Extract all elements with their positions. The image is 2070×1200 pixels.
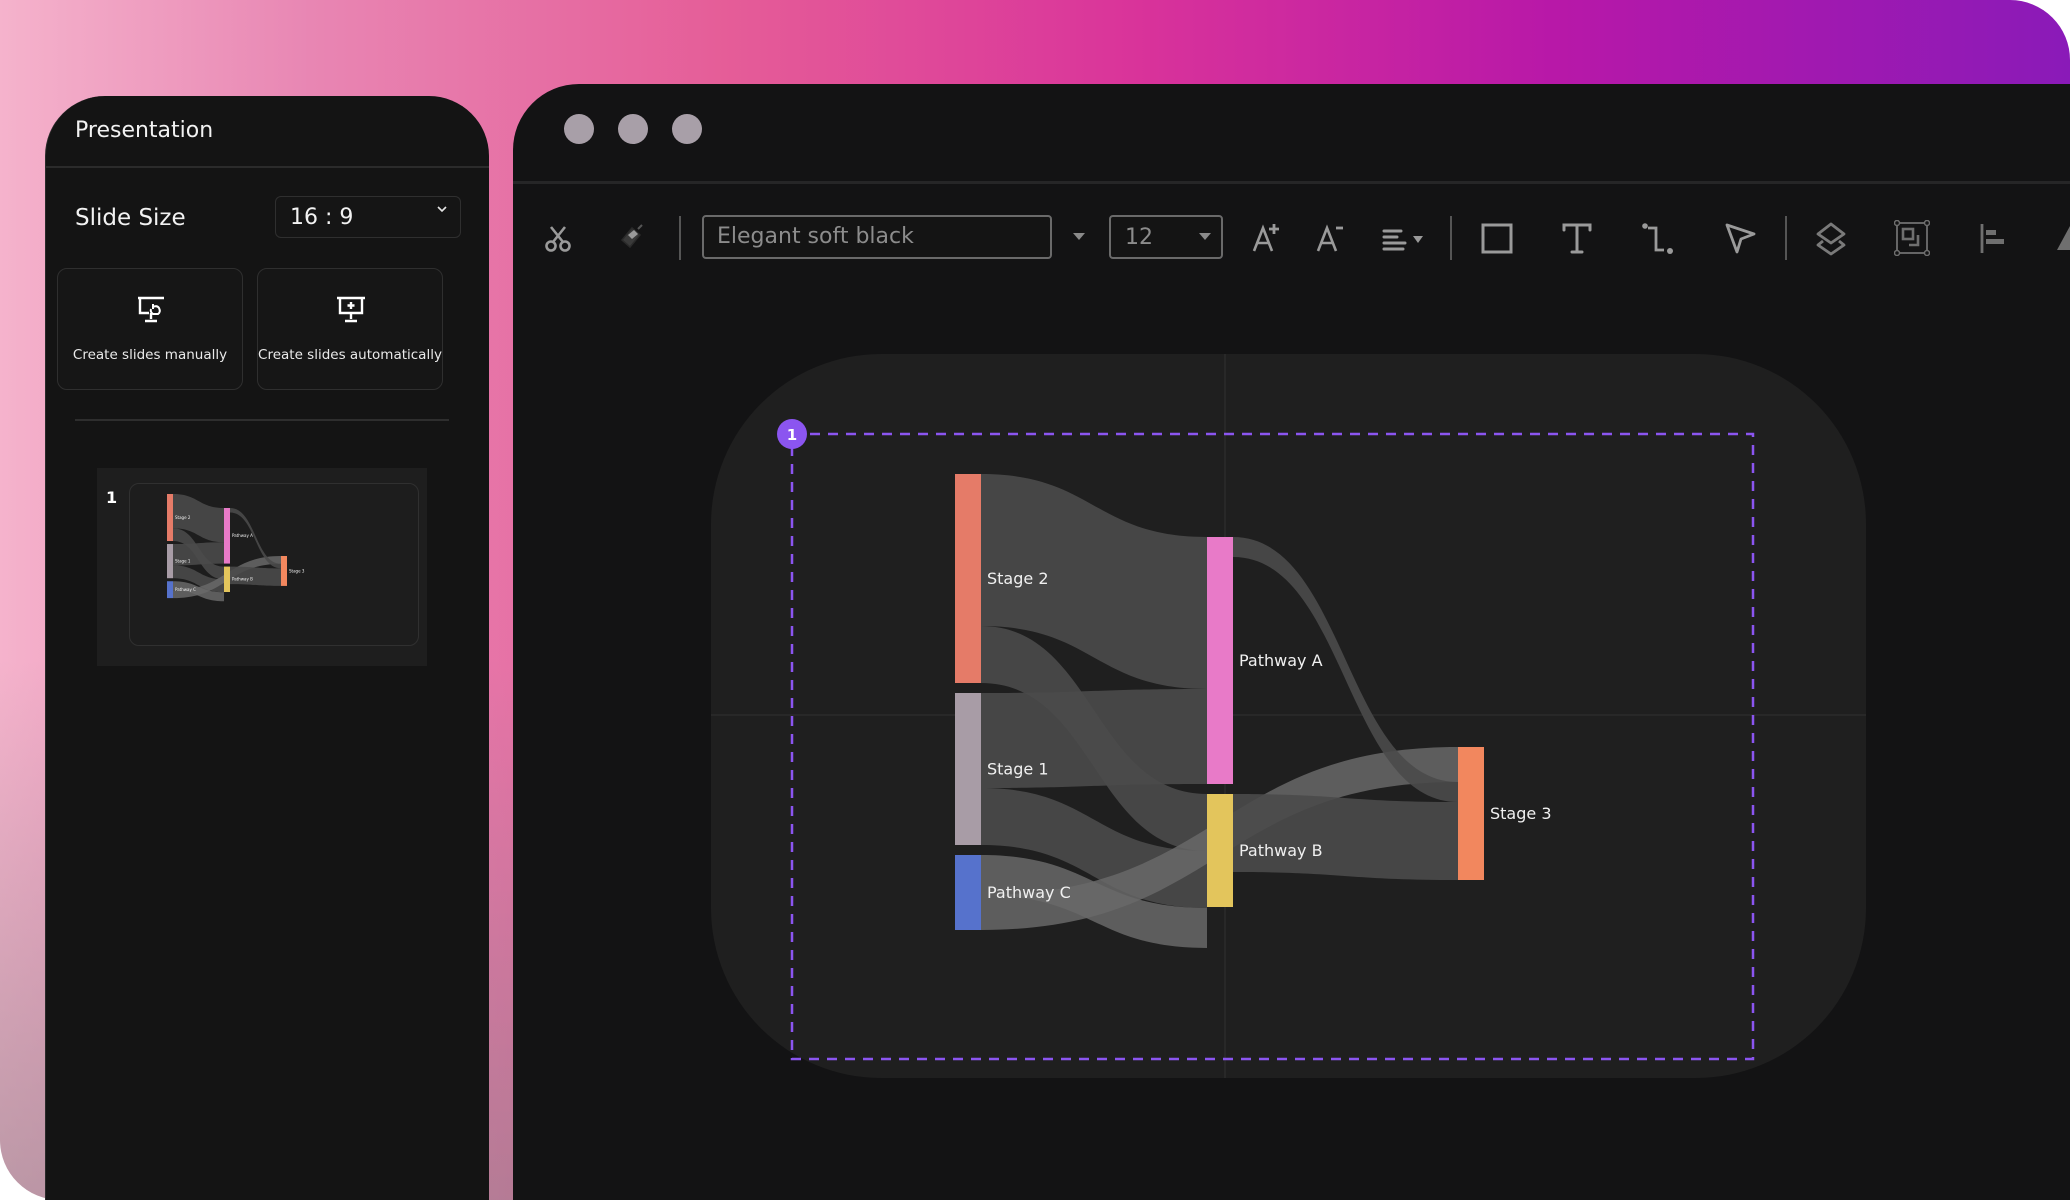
- create-slides-manually-label: Create slides manually: [72, 347, 228, 363]
- slide-number: 1: [106, 488, 118, 507]
- sankey-node-stage2[interactable]: [955, 474, 981, 683]
- presentation-panel: Presentation Slide Size 16 : 9 Create sl…: [45, 96, 489, 1200]
- chevron-down-icon: [437, 206, 447, 213]
- sankey-node-pathwayA[interactable]: [1207, 537, 1233, 784]
- panel-header-divider: [46, 166, 489, 168]
- sankey-node-pathwayC[interactable]: [955, 855, 981, 930]
- sankey-node-label-pathwayA: Pathway A: [232, 533, 253, 538]
- sankey-node-stage1[interactable]: [167, 544, 173, 579]
- presentation-hand-icon: [138, 296, 164, 323]
- slide-size-label: Slide Size: [75, 205, 186, 231]
- sankey-node-stage3[interactable]: [1458, 747, 1484, 880]
- editor-window: Elegant soft black 12 Stage 2 Stage 1 Pa…: [513, 84, 2070, 1200]
- presentation-add-icon: [337, 296, 365, 323]
- create-slides-automatically-button[interactable]: Create slides automatically: [257, 268, 443, 390]
- sankey-node-label-stage3: Stage 3: [289, 568, 305, 573]
- sankey-node-pathwayB[interactable]: [224, 566, 230, 592]
- sankey-chart: Stage 2 Stage 1 Pathway C Pathway A Pathway …: [711, 354, 1866, 1078]
- slide-size-select[interactable]: 16 : 9: [275, 196, 461, 238]
- slide-thumbnail[interactable]: 1 Stage 2 Stage 1 Pathway C Pathway A Pathwa…: [97, 468, 427, 666]
- selection-badge-number: 1: [787, 426, 797, 444]
- selection-box[interactable]: [790, 432, 1755, 1061]
- sankey-link-pathwayB-stage3: [1233, 794, 1458, 880]
- sankey-node-pathwayC[interactable]: [167, 581, 173, 599]
- sankey-node-label-pathwayA: Pathway A: [1239, 651, 1323, 670]
- panel-section-divider: [75, 419, 449, 421]
- sankey-node-label-stage1: Stage 1: [175, 559, 191, 564]
- panel-title: Presentation: [75, 118, 214, 143]
- thumbnail-sankey-chart: Stage 2 Stage 1 Pathway C Pathway A Pathway …: [167, 494, 305, 602]
- create-slides-manually-button[interactable]: Create slides manually: [57, 268, 243, 390]
- sankey-node-stage3[interactable]: [281, 556, 287, 586]
- sankey-node-label-stage2: Stage 2: [175, 515, 191, 520]
- sankey-node-pathwayA[interactable]: [224, 508, 230, 564]
- sankey-node-label-stage2: Stage 2: [987, 569, 1049, 588]
- sankey-node-pathwayB[interactable]: [1207, 794, 1233, 907]
- sankey-node-label-pathwayB: Pathway B: [1239, 841, 1323, 860]
- sankey-node-stage1[interactable]: [955, 693, 981, 845]
- slide-size-value: 16 : 9: [290, 205, 354, 230]
- create-slides-automatically-label: Create slides automatically: [258, 347, 442, 363]
- sankey-node-label-pathwayC: Pathway C: [175, 587, 196, 592]
- sankey-node-label-pathwayC: Pathway C: [987, 883, 1071, 902]
- slide-thumbnail-preview: Stage 2 Stage 1 Pathway C Pathway A Pathway …: [129, 483, 419, 646]
- sankey-node-label-stage1: Stage 1: [987, 760, 1049, 779]
- sankey-node-label-pathwayB: Pathway B: [232, 577, 253, 582]
- sankey-node-label-stage3: Stage 3: [1490, 804, 1552, 823]
- sankey-node-stage2[interactable]: [167, 494, 173, 542]
